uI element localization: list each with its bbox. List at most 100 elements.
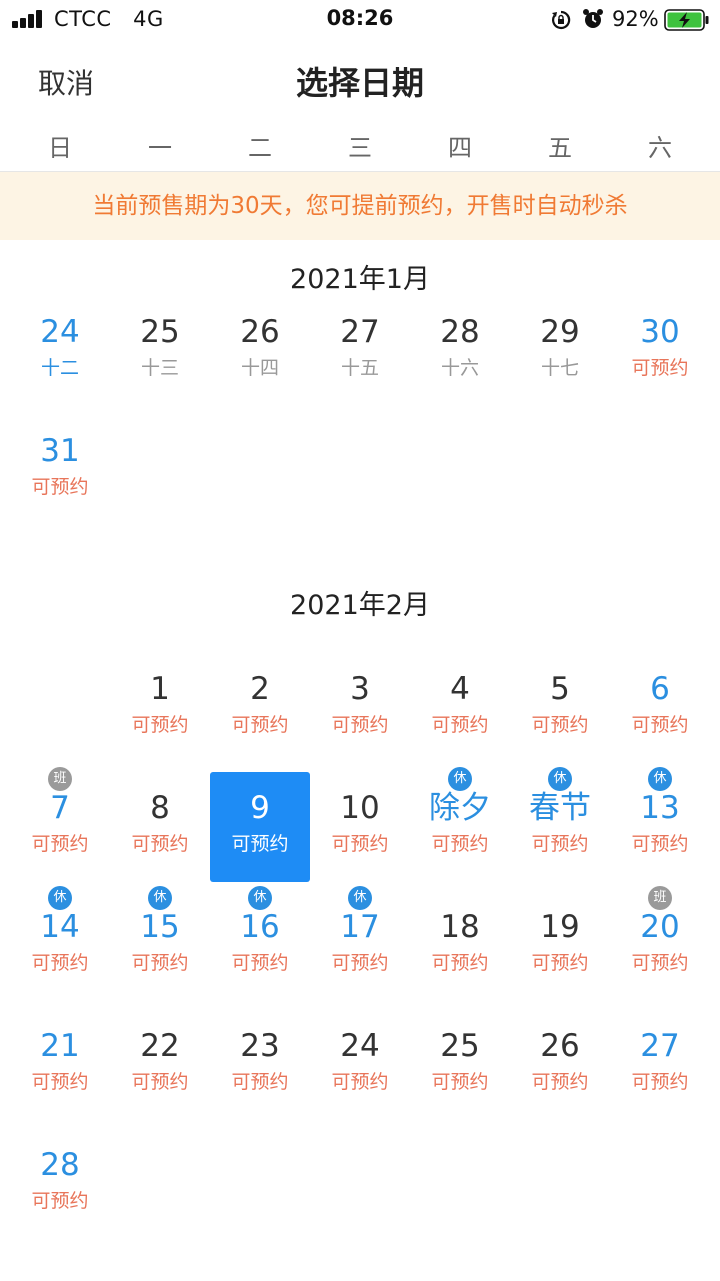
- day-number: 25: [140, 314, 180, 350]
- day-number: 16: [240, 909, 280, 945]
- weekday-tue: 二: [248, 134, 272, 162]
- calendar-day[interactable]: 27 十五: [310, 296, 410, 406]
- availability-label: 可预约: [331, 1071, 389, 1093]
- calendar-day[interactable]: 5 可预约: [510, 653, 610, 763]
- calendar-day[interactable]: 30 可预约: [610, 296, 710, 406]
- day-number: 26: [540, 1028, 580, 1064]
- calendar-day[interactable]: 10 可预约: [310, 772, 410, 882]
- day-number: 27: [340, 314, 380, 350]
- calendar-day[interactable]: 28 可预约: [10, 1129, 110, 1239]
- availability-label: 可预约: [431, 833, 489, 855]
- weekday-mon: 一: [148, 134, 172, 162]
- page-title: 选择日期: [295, 64, 424, 102]
- day-number: 24: [40, 314, 80, 350]
- calendar-day[interactable]: 26 十四: [210, 296, 310, 406]
- calendar-day[interactable]: 25 十三: [110, 296, 210, 406]
- calendar-day[interactable]: 25 可预约: [410, 1010, 510, 1120]
- availability-label: 可预约: [631, 952, 689, 974]
- weekday-thu: 四: [448, 134, 472, 162]
- day-number: 21: [40, 1028, 80, 1064]
- weekday-sat: 六: [648, 134, 672, 162]
- availability-label: 可预约: [231, 1071, 289, 1093]
- availability-label: 可预约: [31, 952, 89, 974]
- presale-notice: 当前预售期为30天，您可提前预约，开售时自动秒杀: [0, 172, 720, 240]
- calendar-day[interactable]: 休 15 可预约: [110, 886, 210, 1001]
- calendar-day[interactable]: 3 可预约: [310, 653, 410, 763]
- day-number: 1: [150, 671, 170, 707]
- availability-label: 可预约: [131, 833, 189, 855]
- availability-label: 可预约: [631, 833, 689, 855]
- day-number: 除夕: [429, 790, 491, 826]
- day-number: 3: [350, 671, 370, 707]
- weekday-header: 日 一 二 三 四 五 六: [10, 128, 710, 168]
- calendar-day[interactable]: 2 可预约: [210, 653, 310, 763]
- day-number: 25: [440, 1028, 480, 1064]
- calendar-day[interactable]: 27 可预约: [610, 1010, 710, 1120]
- calendar-day[interactable]: 21 可预约: [10, 1010, 110, 1120]
- calendar-day[interactable]: 休 17 可预约: [310, 886, 410, 1001]
- availability-label: 可预约: [431, 952, 489, 974]
- calendar-day[interactable]: 28 十六: [410, 296, 510, 406]
- availability-label: 可预约: [231, 714, 289, 736]
- calendar-day[interactable]: 24 可预约: [310, 1010, 410, 1120]
- calendar-day[interactable]: 6 可预约: [610, 653, 710, 763]
- calendar-day[interactable]: 休 13 可预约: [610, 767, 710, 882]
- weekday-sun: 日: [48, 134, 72, 162]
- month-title-jan: 2021年1月: [290, 264, 430, 295]
- calendar-day[interactable]: 24 十二: [10, 296, 110, 406]
- day-number: 15: [140, 909, 180, 945]
- day-number: 9: [250, 790, 270, 826]
- day-number: 17: [340, 909, 380, 945]
- calendar-day[interactable]: 31 可预约: [10, 415, 110, 525]
- calendar-day[interactable]: 班 20 可预约: [610, 886, 710, 1001]
- calendar-day[interactable]: 26 可预约: [510, 1010, 610, 1120]
- battery-charging-icon: [664, 9, 709, 31]
- calendar-day[interactable]: 休 14 可预约: [10, 886, 110, 1001]
- calendar-day[interactable]: 1 可预约: [110, 653, 210, 763]
- availability-label: 可预约: [531, 952, 589, 974]
- availability-label: 可预约: [231, 952, 289, 974]
- availability-label: 可预约: [331, 952, 389, 974]
- day-number: 4: [450, 671, 470, 707]
- nav-bar: 取消 选择日期: [0, 44, 720, 120]
- calendar-day[interactable]: 9 可预约: [210, 772, 310, 882]
- lunar-date-label: 十二: [40, 357, 79, 379]
- calendar-day[interactable]: 22 可预约: [110, 1010, 210, 1120]
- lunar-date-label: 十七: [540, 357, 579, 379]
- availability-label: 可预约: [131, 952, 189, 974]
- availability-label: 可预约: [531, 1071, 589, 1093]
- weekday-wed: 三: [348, 134, 372, 162]
- calendar-day[interactable]: 8 可预约: [110, 772, 210, 882]
- availability-label: 可预约: [631, 714, 689, 736]
- day-number: 8: [150, 790, 170, 826]
- calendar-day[interactable]: 23 可预约: [210, 1010, 310, 1120]
- day-number: 18: [440, 909, 480, 945]
- status-bar: CTCC 4G 08:26 92%: [0, 0, 720, 40]
- month-title-feb: 2021年2月: [290, 590, 430, 621]
- calendar-day[interactable]: 18 可预约: [410, 891, 510, 1001]
- availability-label: 可预约: [531, 714, 589, 736]
- day-number: 7: [50, 790, 70, 826]
- availability-label: 可预约: [631, 1071, 689, 1093]
- calendar-day[interactable]: 4 可预约: [410, 653, 510, 763]
- availability-label: 可预约: [131, 1071, 189, 1093]
- day-number: 26: [240, 314, 280, 350]
- calendar-day[interactable]: 19 可预约: [510, 891, 610, 1001]
- calendar-day[interactable]: 休 16 可预约: [210, 886, 310, 1001]
- lunar-date-label: 十四: [240, 357, 279, 379]
- availability-label: 可预约: [31, 833, 89, 855]
- calendar-day[interactable]: 休除夕 可预约: [410, 767, 510, 882]
- calendar-day[interactable]: 29 十七: [510, 296, 610, 406]
- day-number: 6: [650, 671, 670, 707]
- availability-label: 可预约: [31, 1190, 89, 1212]
- availability-label: 可预约: [531, 833, 589, 855]
- lunar-date-label: 十五: [340, 357, 379, 379]
- day-number: 27: [640, 1028, 680, 1064]
- availability-label: 可预约: [431, 1071, 489, 1093]
- calendar-day[interactable]: 班 7 可预约: [10, 767, 110, 882]
- day-number: 13: [640, 790, 680, 826]
- day-number: 23: [240, 1028, 280, 1064]
- availability-label: 可预约: [31, 1071, 89, 1093]
- alarm-icon: [583, 9, 603, 28]
- calendar-day[interactable]: 休春节 可预约: [510, 767, 610, 882]
